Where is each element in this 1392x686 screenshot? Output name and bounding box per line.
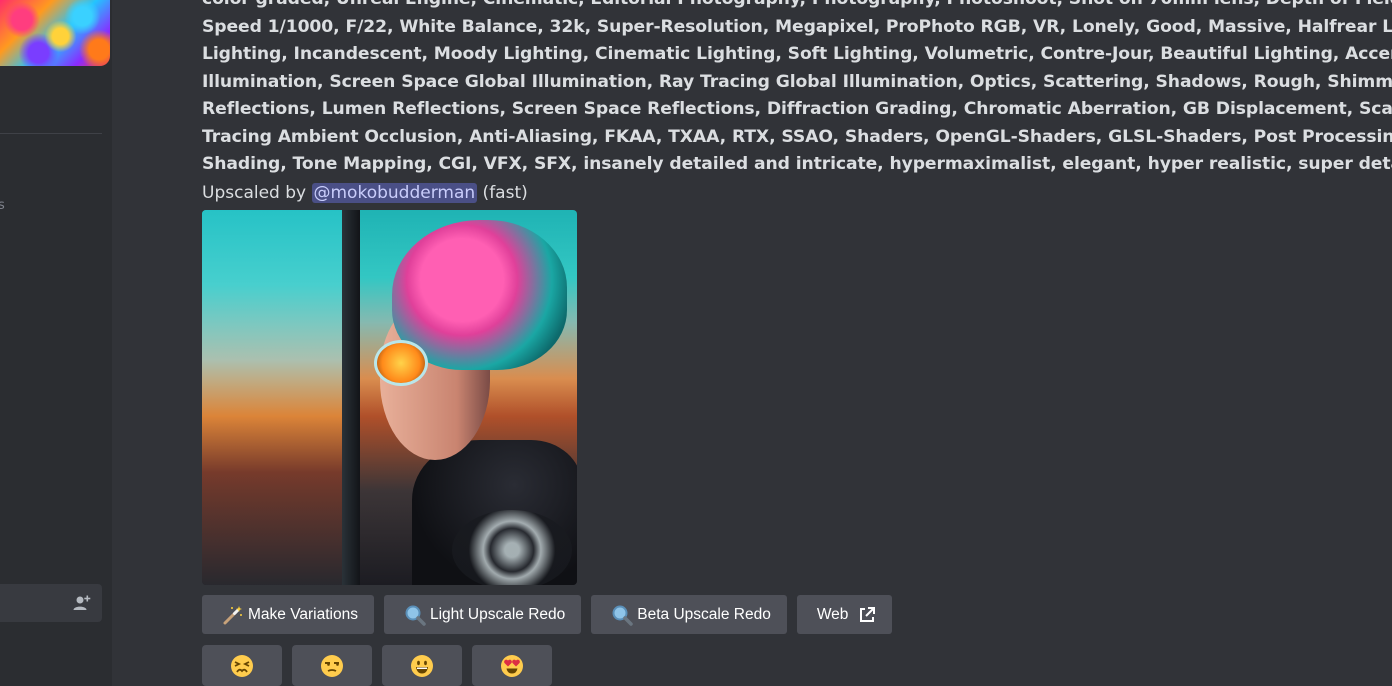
web-link-button[interactable]: Web: [796, 595, 893, 634]
magnifier-icon: [405, 605, 426, 626]
message-prompt-text: color graded, Unreal Engine, Cinematic, …: [202, 0, 1392, 179]
tired-face-emoji: [231, 654, 253, 677]
prompt-line: Illumination, Screen Space Global Illumi…: [202, 71, 1392, 92]
light-upscale-redo-button[interactable]: Light Upscale Redo: [383, 595, 582, 634]
web-label: Web: [816, 605, 849, 623]
prompt-line: Tracing Ambient Occlusion, Anti-Aliasing…: [202, 126, 1392, 147]
heart-eyes-emoji: [501, 654, 523, 677]
upscaled-suffix: (fast): [477, 183, 528, 203]
prompt-line: Speed 1/1000, F/22, White Balance, 32k, …: [202, 16, 1392, 37]
sidebar-divider: [0, 133, 102, 134]
grinning-face-emoji: [411, 654, 433, 677]
user-mention[interactable]: @mokobudderman: [311, 183, 478, 203]
upscaled-prefix: Upscaled by: [202, 183, 312, 203]
sidebar-partial-text: s: [0, 198, 5, 213]
image-window-frame: [342, 210, 360, 585]
light-upscale-redo-label: Light Upscale Redo: [429, 605, 566, 623]
channel-sidebar: s: [0, 0, 112, 686]
image-window-scene: [202, 210, 352, 585]
beta-upscale-redo-label: Beta Upscale Redo: [637, 605, 771, 623]
prompt-line: Reflections, Lumen Reflections, Screen S…: [202, 99, 1392, 119]
reaction-grinning-face[interactable]: [382, 645, 462, 686]
reaction-buttons: [202, 645, 552, 686]
generated-image[interactable]: [202, 210, 577, 585]
beta-upscale-redo-button[interactable]: Beta Upscale Redo: [591, 595, 787, 634]
unamused-face-emoji: [321, 654, 343, 677]
prompt-line: color graded, Unreal Engine, Cinematic, …: [202, 0, 1392, 14]
action-buttons: Make Variations Light Upscale Redo Beta …: [202, 595, 893, 634]
reaction-tired-face[interactable]: [202, 645, 282, 686]
magic-wand-icon: [223, 605, 242, 624]
server-banner-image: [0, 0, 110, 66]
reaction-unamused-face[interactable]: [292, 645, 372, 686]
add-member-icon[interactable]: [72, 593, 92, 613]
prompt-line: Lighting, Incandescent, Moody Lighting, …: [202, 44, 1392, 64]
prompt-line: Shading, Tone Mapping, CGI, VFX, SFX, in…: [202, 154, 1392, 174]
make-variations-label: Make Variations: [248, 605, 358, 623]
upscaled-by-line: Upscaled by @mokobudderman (fast): [202, 181, 528, 205]
reaction-heart-eyes[interactable]: [472, 645, 552, 686]
external-link-icon: [860, 606, 876, 622]
make-variations-button[interactable]: Make Variations: [202, 595, 374, 634]
image-sunglasses: [374, 340, 428, 386]
magnifier-icon: [612, 605, 634, 626]
image-jacket-pattern: [452, 510, 572, 585]
invite-members-row[interactable]: [0, 584, 102, 622]
